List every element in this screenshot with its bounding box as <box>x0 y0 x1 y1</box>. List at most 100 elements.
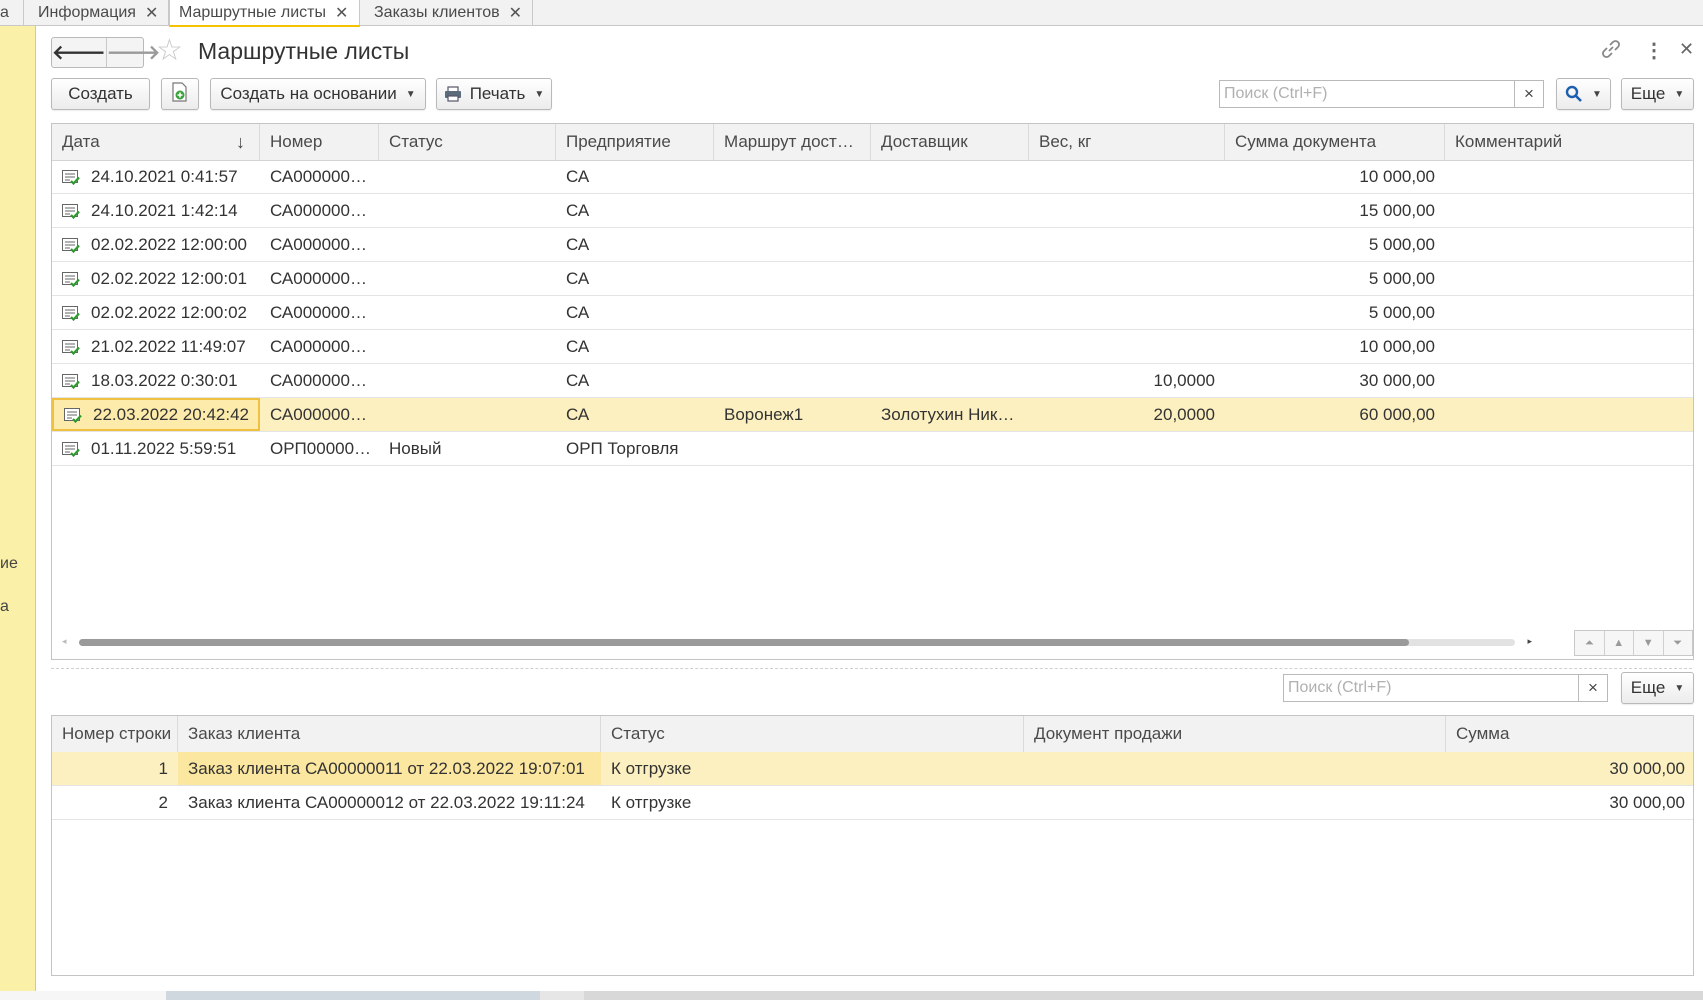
tab-close-icon[interactable]: ✕ <box>335 3 348 23</box>
go-to-first-icon[interactable]: ⏶ <box>1575 631 1605 655</box>
detail-search-input[interactable] <box>1284 675 1577 701</box>
cell-company[interactable]: СА <box>556 228 714 261</box>
cell-number[interactable]: ОРП00000… <box>260 432 379 465</box>
cell-date[interactable]: 24.10.2021 1:42:14 <box>52 194 260 227</box>
cell-route[interactable] <box>714 160 871 193</box>
column-header-courier[interactable]: Доставщик <box>871 124 1029 160</box>
kebab-menu-icon[interactable]: ⋮ <box>1644 38 1664 63</box>
cell-sum[interactable]: 10 000,00 <box>1225 160 1445 193</box>
more-button[interactable]: Еще ▼ <box>1621 78 1694 110</box>
cell-status[interactable] <box>379 194 556 227</box>
cell-sale-document[interactable] <box>1024 752 1446 785</box>
clear-search-button[interactable]: × <box>1578 675 1607 701</box>
tab-route-sheets[interactable]: Маршрутные листы ✕ <box>169 0 360 27</box>
cell-weight[interactable] <box>1029 296 1225 329</box>
column-header-customer-order[interactable]: Заказ клиента <box>178 716 601 752</box>
column-header-company[interactable]: Предприятие <box>556 124 714 160</box>
cell-route[interactable] <box>714 364 871 397</box>
cell-courier[interactable] <box>871 432 1029 465</box>
cell-company[interactable]: СА <box>556 160 714 193</box>
cell-date[interactable]: 02.02.2022 12:00:02 <box>52 296 260 329</box>
cell-sum[interactable]: 15 000,00 <box>1225 194 1445 227</box>
column-header-comment[interactable]: Комментарий <box>1445 124 1693 160</box>
cell-comment[interactable] <box>1445 194 1693 227</box>
cell-comment[interactable] <box>1445 398 1693 431</box>
detail-more-button[interactable]: Еще ▼ <box>1621 672 1694 704</box>
column-header-status[interactable]: Статус <box>601 716 1024 752</box>
cell-comment[interactable] <box>1445 364 1693 397</box>
split-divider[interactable] <box>51 668 1692 669</box>
cell-status[interactable]: К отгрузке <box>601 752 1024 785</box>
cell-courier[interactable] <box>871 364 1029 397</box>
cell-sum[interactable]: 5 000,00 <box>1225 262 1445 295</box>
cell-status[interactable] <box>379 398 556 431</box>
table-row[interactable]: 02.02.2022 12:00:00 СА000000… СА 5 000,00 <box>52 228 1693 262</box>
table-row[interactable]: 24.10.2021 1:42:14 СА000000… СА 15 000,00 <box>52 194 1693 228</box>
search-options-button[interactable]: ▼ <box>1556 78 1611 110</box>
scroll-thumb[interactable] <box>79 639 1409 646</box>
table-row[interactable]: 02.02.2022 12:00:02 СА000000… СА 5 000,00 <box>52 296 1693 330</box>
create-button[interactable]: Создать <box>51 78 150 110</box>
cell-status[interactable] <box>379 228 556 261</box>
tab-information[interactable]: Информация ✕ <box>24 0 169 25</box>
cell-route[interactable] <box>714 296 871 329</box>
clear-search-button[interactable]: × <box>1514 81 1543 107</box>
tab-close-icon[interactable]: ✕ <box>145 3 158 23</box>
cell-line-number[interactable]: 1 <box>52 752 178 785</box>
table-row[interactable]: 2 Заказ клиента СА00000012 от 22.03.2022 … <box>52 786 1693 820</box>
cell-comment[interactable] <box>1445 262 1693 295</box>
tab-customer-orders[interactable]: Заказы клиентов ✕ <box>360 0 533 25</box>
cell-route[interactable] <box>714 228 871 261</box>
cell-date[interactable]: 01.11.2022 5:59:51 <box>52 432 260 465</box>
cell-route[interactable] <box>714 262 871 295</box>
add-document-button[interactable] <box>161 78 199 110</box>
cell-date[interactable]: 18.03.2022 0:30:01 <box>52 364 260 397</box>
scroll-right-icon[interactable]: ▸ <box>1527 636 1532 647</box>
cell-route[interactable]: Воронеж1 <box>714 398 871 431</box>
go-to-last-icon[interactable]: ⏷ <box>1664 631 1693 655</box>
column-header-date[interactable]: Дата ↓ <box>52 124 260 160</box>
cell-weight[interactable] <box>1029 262 1225 295</box>
table-row[interactable]: 02.02.2022 12:00:01 СА000000… СА 5 000,00 <box>52 262 1693 296</box>
cell-comment[interactable] <box>1445 228 1693 261</box>
tab-close-icon[interactable]: ✕ <box>509 3 522 23</box>
cell-sum[interactable]: 30 000,00 <box>1446 752 1693 785</box>
cell-weight[interactable] <box>1029 160 1225 193</box>
horizontal-scrollbar[interactable]: ◂ ▸ <box>59 636 1535 648</box>
cell-comment[interactable] <box>1445 330 1693 363</box>
cell-status[interactable]: Новый <box>379 432 556 465</box>
cell-status[interactable] <box>379 160 556 193</box>
cell-weight[interactable] <box>1029 194 1225 227</box>
column-header-sum[interactable]: Сумма документа <box>1225 124 1445 160</box>
cell-route[interactable] <box>714 330 871 363</box>
cell-status[interactable]: К отгрузке <box>601 786 1024 819</box>
cell-customer-order[interactable]: Заказ клиента СА00000011 от 22.03.2022 1… <box>178 752 601 785</box>
cell-status[interactable] <box>379 330 556 363</box>
cell-route[interactable] <box>714 432 871 465</box>
cell-company[interactable]: СА <box>556 364 714 397</box>
cell-company[interactable]: СА <box>556 194 714 227</box>
cell-sum[interactable]: 60 000,00 <box>1225 398 1445 431</box>
cell-courier[interactable] <box>871 194 1029 227</box>
close-icon[interactable]: ✕ <box>1679 39 1694 60</box>
link-icon[interactable] <box>1600 38 1622 66</box>
cell-number[interactable]: СА000000… <box>260 296 379 329</box>
cell-company[interactable]: ОРП Торговля <box>556 432 714 465</box>
cell-company[interactable]: СА <box>556 330 714 363</box>
cell-date[interactable]: 22.03.2022 20:42:42 <box>52 398 260 431</box>
cell-number[interactable]: СА000000… <box>260 160 379 193</box>
cell-courier[interactable]: Золотухин Ник… <box>871 398 1029 431</box>
table-row[interactable]: 24.10.2021 0:41:57 СА000000… СА 10 000,00 <box>52 160 1693 194</box>
cell-courier[interactable] <box>871 296 1029 329</box>
cell-date[interactable]: 24.10.2021 0:41:57 <box>52 160 260 193</box>
cell-weight[interactable] <box>1029 330 1225 363</box>
cell-number[interactable]: СА000000… <box>260 330 379 363</box>
cell-comment[interactable] <box>1445 432 1693 465</box>
cell-comment[interactable] <box>1445 296 1693 329</box>
cell-date[interactable]: 21.02.2022 11:49:07 <box>52 330 260 363</box>
cell-line-number[interactable]: 2 <box>52 786 178 819</box>
cell-sum[interactable] <box>1225 432 1445 465</box>
cell-status[interactable] <box>379 262 556 295</box>
print-button[interactable]: Печать ▼ <box>436 78 552 110</box>
cell-route[interactable] <box>714 194 871 227</box>
